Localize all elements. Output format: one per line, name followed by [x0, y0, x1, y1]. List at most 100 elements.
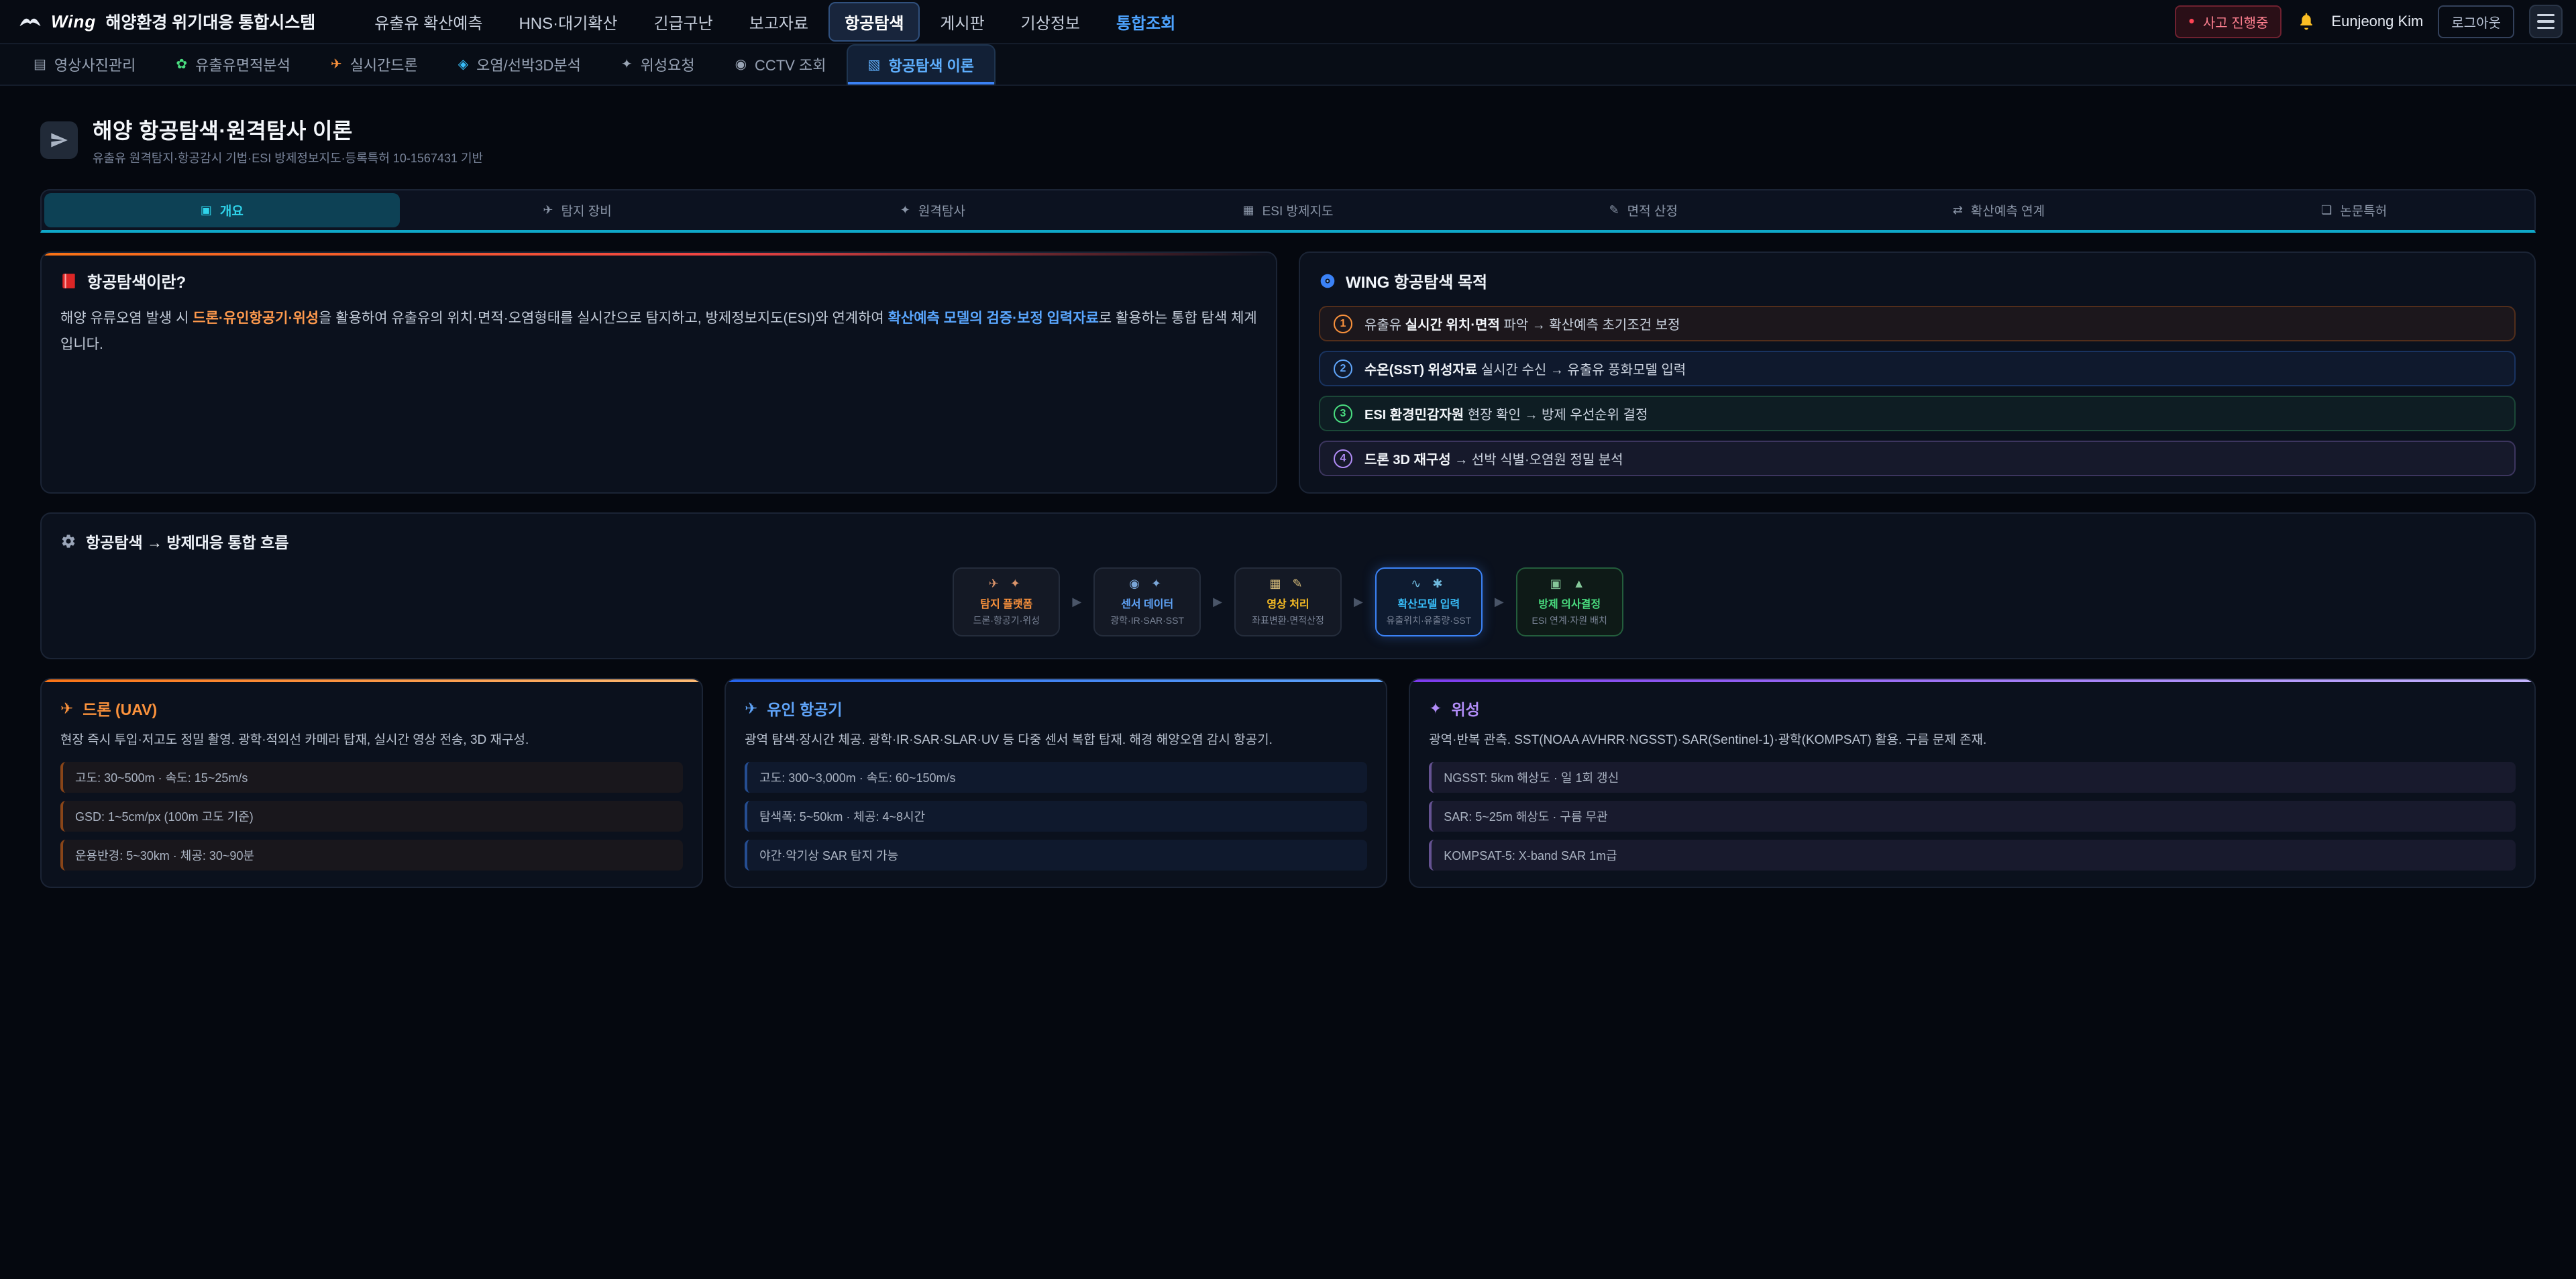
goals-card: WING 항공탐색 목적 1 유출유 실시간 위치·면적 파악 → 확산예측 초…: [1299, 252, 2536, 494]
wing-logo-icon: [19, 14, 42, 29]
notification-bell-button[interactable]: [2296, 11, 2316, 32]
subtab-cctv-view[interactable]: ◉ CCTV 조회: [715, 44, 847, 85]
nav-item-board[interactable]: 게시판: [924, 2, 1000, 42]
subtab-label: 유출유면적분석: [195, 54, 290, 75]
satellite-title-text: 위성: [1451, 697, 1479, 720]
flow-title: 항공탐색 → 방제대응 통합 흐름: [60, 530, 2516, 553]
subtab-pollution-ship-3d[interactable]: ◈ 오염/선박3D분석: [438, 44, 601, 85]
spec-row: 운용반경: 5~30km · 체공: 30~90분: [60, 840, 683, 871]
goal-post: 파악 → 확산예측 초기조건 보정: [1500, 318, 1680, 333]
spec-row: NGSST: 5km 해상도 · 일 1회 갱신: [1429, 762, 2516, 793]
aircraft-icon: ✈: [745, 700, 757, 718]
spec-row: 탐색폭: 5~50km · 체공: 4~8시간: [745, 801, 1367, 832]
tab-esi-map[interactable]: ▦ ESI 방제지도: [1110, 193, 1466, 227]
nav-item-oil-spill-prediction[interactable]: 유출유 확산예측: [358, 2, 498, 42]
nav-item-reports[interactable]: 보고자료: [733, 2, 824, 42]
document-icon: ❏: [2321, 203, 2332, 217]
subtab-image-photo-management[interactable]: ▤ 영상사진관리: [13, 44, 156, 85]
satellite-card-title: ✦ 위성: [1429, 697, 2516, 720]
decision-icons: ▣ ▲: [1523, 577, 1617, 591]
flow-node-model-input: ∿ ✱ 확산모델 입력 유출위치·유출량·SST: [1375, 567, 1483, 636]
aircraft-title-text: 유인 항공기: [767, 697, 842, 720]
page-title-block: 해양 항공탐색·원격탐사 이론 유출유 원격탐지·항공감시 기법·ESI 방제정…: [93, 114, 483, 166]
main-nav: 유출유 확산예측 HNS·대기확산 긴급구난 보고자료 항공탐색 게시판 기상정…: [358, 2, 1191, 42]
incident-status-dot: ●: [2188, 16, 2195, 27]
intro-card-title: 항공탐색이란?: [60, 269, 1257, 292]
satellite-icon: ✦: [900, 203, 910, 217]
goal-post: 실시간 수신 → 유출유 풍화모델 입력: [1477, 363, 1686, 378]
subtab-oil-area-analysis[interactable]: ✿ 유출유면적분석: [156, 44, 310, 85]
tab-detection-equipment[interactable]: ✈ 탐지 장비: [400, 193, 755, 227]
flow-node-sensor-data: ◉ ✦ 센서 데이터 광학·IR·SAR·SST: [1093, 567, 1201, 636]
flow-node-sublabel: 좌표변환·면적산정: [1241, 614, 1335, 627]
goal-item-4: 4 드론 3D 재구성 → 선박 식별·오염원 정밀 분석: [1319, 441, 2516, 476]
subtab-label: 실시간드론: [350, 54, 418, 75]
goal-text: 유출유 실시간 위치·면적 파악 → 확산예측 초기조건 보정: [1364, 314, 1680, 333]
topnav-right-cluster: ● 사고 진행중 Eunjeong Kim 로그아웃: [2175, 5, 2563, 38]
camera-icon: ◉: [735, 58, 747, 71]
tab-overview[interactable]: ▣ 개요: [44, 193, 400, 227]
flow-node-sublabel: 광학·IR·SAR·SST: [1100, 614, 1194, 627]
spec-row: 고도: 30~500m · 속도: 15~25m/s: [60, 762, 683, 793]
nav-item-emergency-rescue[interactable]: 긴급구난: [637, 2, 729, 42]
map-icon: ▦: [1243, 203, 1254, 217]
goal-item-3: 3 ESI 환경민감자원 현장 확인 → 방제 우선순위 결정: [1319, 396, 2516, 431]
model-icons: ∿ ✱: [1382, 577, 1476, 591]
tab-area-calculation[interactable]: ✎ 면적 산정: [1466, 193, 1821, 227]
hamburger-menu-button[interactable]: [2529, 5, 2563, 38]
subtab-realtime-drone[interactable]: ✈ 실시간드론: [311, 44, 438, 85]
hamburger-icon: [2537, 14, 2555, 16]
subtab-aerial-search-theory[interactable]: ▧ 항공탐색 이론: [847, 44, 996, 85]
flow-node-label: 영상 처리: [1241, 595, 1335, 611]
page-icon-box: [40, 121, 78, 159]
goal-text: 드론 3D 재구성 → 선박 식별·오염원 정밀 분석: [1364, 449, 1623, 468]
goal-number: 4: [1334, 449, 1352, 468]
app-title: 해양환경 위기대응 통합시스템: [105, 9, 315, 34]
brand-logo[interactable]: Wing 해양환경 위기대응 통합시스템: [19, 9, 315, 34]
drone-icon: ✈: [331, 58, 342, 71]
goal-bold: 실시간 위치·면적: [1405, 318, 1500, 333]
logout-button[interactable]: 로그아웃: [2438, 5, 2514, 38]
section-subnav: ▤ 영상사진관리 ✿ 유출유면적분석 ✈ 실시간드론 ◈ 오염/선박3D분석 ✦…: [0, 44, 2576, 86]
chart-icon: ▧: [868, 58, 881, 72]
satellite-card: ✦ 위성 광역·반복 관측. SST(NOAA AVHRR·NGSST)·SAR…: [1409, 678, 2536, 888]
tab-label: 개요: [220, 201, 244, 219]
link-icon: ⇄: [1953, 203, 1963, 217]
drone-description: 현장 즉시 투입·저고도 정밀 촬영. 광학·적외선 카메라 탑재, 실시간 영…: [60, 730, 683, 750]
flow-node-label: 탐지 플랫폼: [959, 595, 1053, 611]
spec-row: SAR: 5~25m 해상도 · 구름 무관: [1429, 801, 2516, 832]
nav-item-aerial-search[interactable]: 항공탐색: [828, 2, 920, 42]
goal-text: 수온(SST) 위성자료 실시간 수신 → 유출유 풍화모델 입력: [1364, 359, 1686, 378]
disc-icon: [1319, 272, 1336, 290]
film-icon: ▤: [34, 58, 46, 71]
nav-item-weather[interactable]: 기상정보: [1005, 2, 1096, 42]
tab-label: 원격탐사: [918, 201, 965, 219]
flow-diagram: ✈ ✦ 탐지 플랫폼 드론·항공기·위성 ▶ ◉ ✦ 센서 데이터 광학·IR·…: [60, 567, 2516, 636]
flow-node-image-processing: ▦ ✎ 영상 처리 좌표변환·면적산정: [1234, 567, 1342, 636]
overview-icon: ▣: [201, 203, 212, 217]
goal-number: 2: [1334, 359, 1352, 378]
nav-item-hns-atmospheric[interactable]: HNS·대기확산: [502, 2, 633, 42]
leaf-icon: ✿: [176, 58, 187, 71]
intro-seg: 해양 유류오염 발생 시: [60, 311, 193, 326]
flow-node-label: 방제 의사결정: [1523, 595, 1617, 611]
goal-bold: 수온(SST) 위성자료: [1364, 363, 1477, 378]
incident-status-badge[interactable]: ● 사고 진행중: [2175, 5, 2282, 38]
page-subtitle: 유출유 원격탐지·항공감시 기법·ESI 방제정보지도·등록특허 10-1567…: [93, 149, 483, 166]
intro-highlight-platforms: 드론·유인항공기·위성: [193, 311, 319, 326]
flow-arrow-icon: ▶: [1213, 595, 1222, 609]
nav-item-integrated-search[interactable]: 통합조회: [1100, 2, 1191, 42]
subtab-satellite-request[interactable]: ✦ 위성요청: [601, 44, 715, 85]
paper-plane-icon: [50, 131, 68, 150]
flow-node-detection-platform: ✈ ✦ 탐지 플랫폼 드론·항공기·위성: [953, 567, 1060, 636]
intro-title-text: 항공탐색이란?: [87, 269, 186, 292]
tab-papers-patents[interactable]: ❏ 논문특허: [2176, 193, 2532, 227]
platform-icons: ✈ ✦: [959, 577, 1053, 591]
intro-seg: 을 활용하여 유출유의 위치·면적·오염형태를 실시간으로 탐지하고, 방제정보…: [319, 311, 888, 326]
subtab-label: 오염/선박3D분석: [476, 54, 581, 75]
overview-cards-row: 항공탐색이란? 해양 유류오염 발생 시 드론·유인항공기·위성을 활용하여 유…: [40, 252, 2536, 494]
tab-remote-sensing[interactable]: ✦ 원격탐사: [755, 193, 1110, 227]
flow-arrow-icon: ▶: [1495, 595, 1504, 609]
tab-prediction-link[interactable]: ⇄ 확산예측 연계: [1821, 193, 2177, 227]
flow-card: 항공탐색 → 방제대응 통합 흐름 ✈ ✦ 탐지 플랫폼 드론·항공기·위성 ▶…: [40, 512, 2536, 659]
